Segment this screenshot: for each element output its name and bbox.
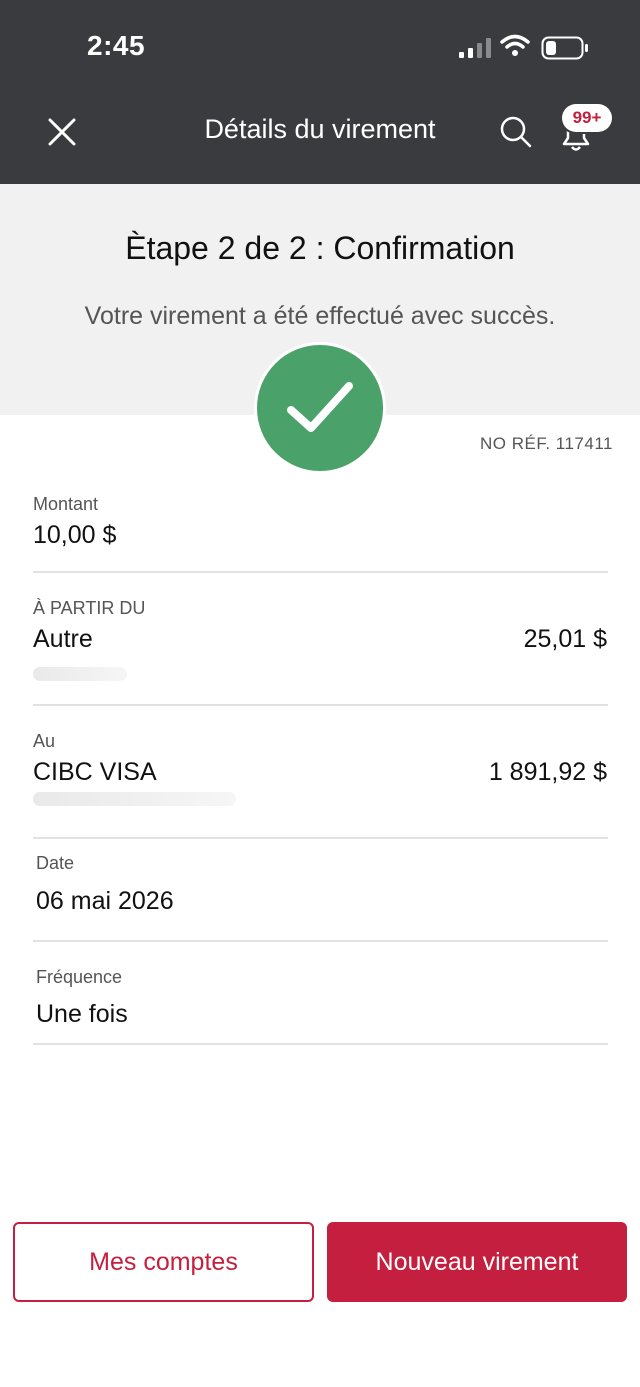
amount-label: Montant (33, 494, 99, 514)
checkmark-icon (287, 382, 353, 432)
divider (33, 571, 608, 573)
frequency-label: Fréquence (36, 967, 123, 987)
battery-icon (541, 36, 588, 60)
from-account: Autre (33, 625, 93, 653)
step-title: Ètape 2 de 2 : Confirmation (125, 230, 515, 266)
success-badge (254, 342, 386, 474)
divider (33, 704, 608, 706)
to-account: CIBC VISA (33, 758, 157, 786)
notification-badge: 99+ (562, 104, 612, 132)
from-balance: 25,01 $ (523, 625, 607, 653)
wifi-icon (500, 34, 530, 56)
divider (33, 940, 608, 942)
success-message: Votre virement a été effectué avec succè… (84, 302, 556, 330)
frequency-value: Une fois (36, 1000, 128, 1028)
my-accounts-button[interactable]: Mes comptes (13, 1222, 314, 1302)
search-icon[interactable] (494, 110, 538, 154)
new-transfer-button[interactable]: Nouveau virement (327, 1222, 627, 1302)
date-value: 06 mai 2026 (36, 887, 174, 915)
status-time: 2:45 (87, 30, 146, 61)
amount-value: 10,00 $ (33, 521, 117, 549)
masked-account-number (33, 792, 236, 806)
divider (33, 1043, 608, 1045)
page-title: Détails du virement (204, 114, 436, 144)
reference-number: NO RÉF. 117411 (480, 434, 613, 453)
divider (33, 837, 608, 839)
from-label: À PARTIR DU (33, 598, 146, 618)
top-bar (0, 0, 640, 184)
masked-account-number (33, 667, 127, 681)
to-label: Au (33, 731, 56, 751)
cellular-signal-icon (459, 38, 491, 58)
to-balance: 1 891,92 $ (488, 758, 607, 786)
date-label: Date (36, 853, 75, 873)
